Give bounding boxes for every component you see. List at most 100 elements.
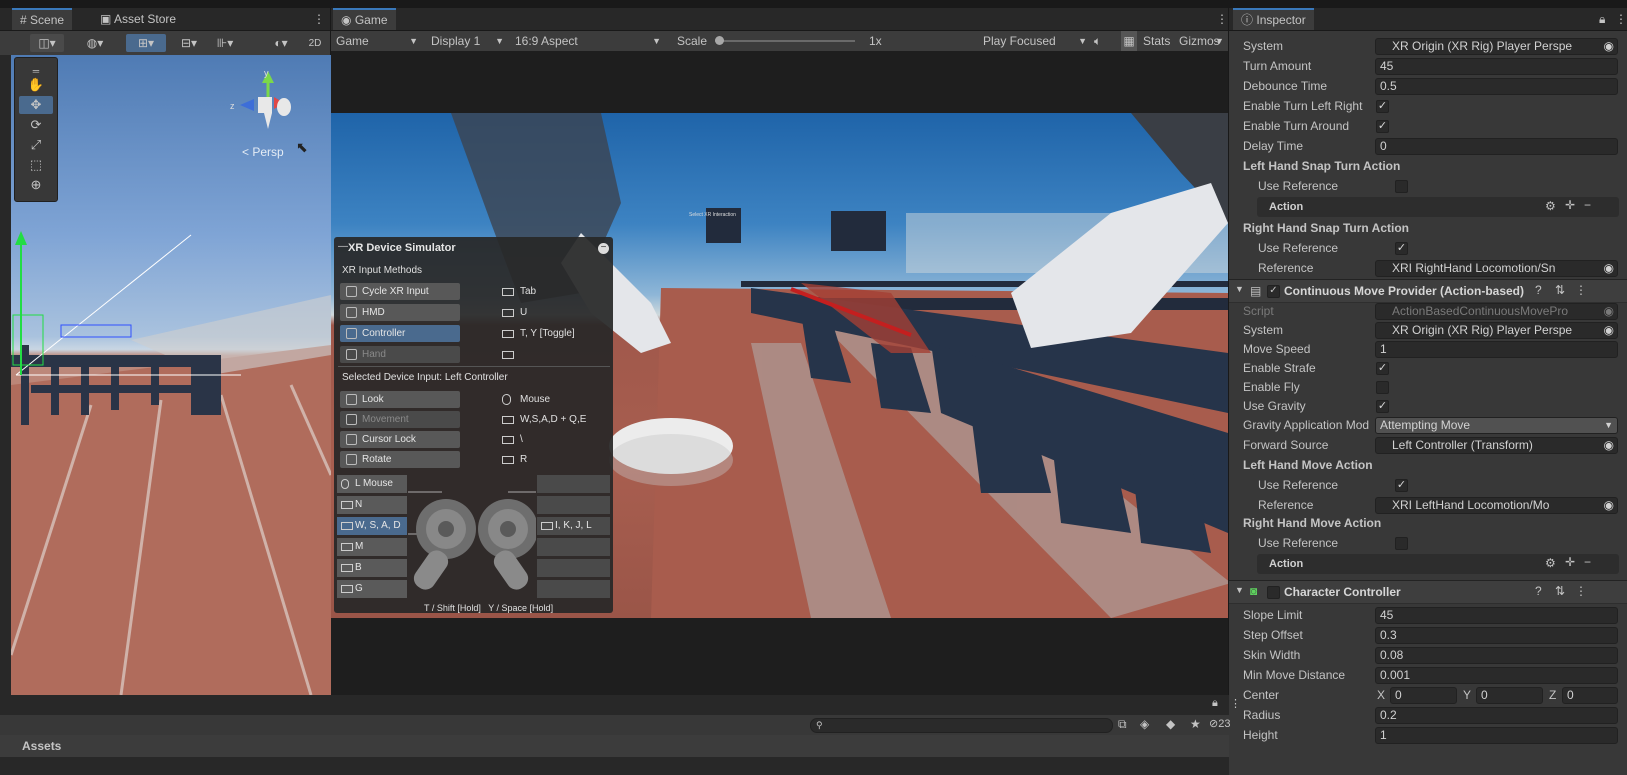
gizmos-dropdown-icon[interactable]: ▼	[1215, 31, 1224, 51]
look-button[interactable]: Look	[340, 391, 460, 408]
controller-button[interactable]: Controller	[340, 325, 460, 342]
left-map-item[interactable]: N	[337, 496, 407, 514]
continuous-move-provider-header[interactable]: ▼ ▤ ✓ Continuous Move Provider (Action-b…	[1229, 279, 1627, 303]
enable-turn-around-checkbox[interactable]: ✓	[1376, 120, 1389, 133]
minimize-circle-icon[interactable]: −	[598, 243, 609, 254]
scale-tool-icon[interactable]: ⤢	[19, 136, 53, 154]
enable-turn-left-right-checkbox[interactable]: ✓	[1376, 100, 1389, 113]
grid-snap-icon[interactable]: ⊞▾	[126, 34, 166, 52]
reference-field[interactable]: XRI RightHand Locomotion/Sn ◉	[1375, 260, 1618, 277]
hand-tool-icon[interactable]: ✋	[19, 76, 53, 94]
tab-inspector[interactable]: ⓘ Inspector	[1233, 8, 1314, 30]
debounce-time-field[interactable]: 0.5	[1375, 78, 1618, 95]
globe-icon[interactable]: ◍▾	[78, 34, 112, 52]
scene-panel-menu-icon[interactable]: ⋮	[305, 8, 333, 30]
left-map-item[interactable]: B	[337, 559, 407, 577]
shading-sphere-icon[interactable]: ◐▾	[264, 34, 298, 52]
height-field[interactable]: 1	[1375, 727, 1618, 744]
game-mode-dropdown[interactable]: Game ▼	[336, 31, 422, 51]
left-map-item[interactable]: G	[337, 580, 407, 598]
right-map-item[interactable]	[537, 496, 610, 514]
right-map-item[interactable]	[537, 538, 610, 556]
collapse-dash-icon[interactable]: —	[338, 241, 348, 252]
presets-sliders-icon[interactable]: ⇅	[1555, 584, 1565, 598]
rotate-button[interactable]: Rotate	[340, 451, 460, 468]
stats-grid-icon[interactable]: ▦	[1121, 31, 1137, 51]
use-reference-checkbox[interactable]	[1395, 180, 1408, 193]
center-z-field[interactable]: 0	[1562, 687, 1618, 704]
help-icon[interactable]: ?	[1535, 584, 1542, 598]
add-plus-icon[interactable]: ✛	[1565, 198, 1575, 212]
radius-field[interactable]: 0.2	[1375, 707, 1618, 724]
add-plus-icon[interactable]: ✛	[1565, 555, 1575, 569]
center-y-field[interactable]: 0	[1476, 687, 1543, 704]
foldout-arrow-icon[interactable]: ▼	[1235, 284, 1244, 294]
draw-mode-icon[interactable]: ◫▾	[30, 34, 64, 52]
rect-tool-icon[interactable]: ⬚	[19, 156, 53, 174]
gravity-mode-dropdown[interactable]: Attempting Move ▼	[1375, 417, 1618, 434]
transform-tool-icon[interactable]: ⊕	[19, 176, 53, 194]
tab-asset-store[interactable]: ▣ Asset Store	[92, 8, 184, 30]
center-x-field[interactable]: 0	[1390, 687, 1457, 704]
hand-button[interactable]: Hand	[340, 346, 460, 363]
project-lock-icon[interactable]: 🔒︎	[1212, 697, 1218, 710]
character-controller-header[interactable]: ▼ ◙ Character Controller ? ⇅ ⋮	[1229, 580, 1627, 604]
cycle-xr-input-button[interactable]: Cycle XR Input	[340, 283, 460, 300]
system-field[interactable]: XR Origin (XR Rig) Player Perspe ◉	[1375, 38, 1618, 55]
play-mode-dropdown[interactable]: Play Focused ▼	[983, 31, 1087, 51]
right-map-item[interactable]	[537, 559, 610, 577]
gizmos-button[interactable]: Gizmos	[1179, 31, 1220, 51]
stats-button[interactable]: Stats	[1143, 31, 1170, 51]
forward-source-field[interactable]: Left Controller (Transform) ◉	[1375, 437, 1618, 454]
persp-label[interactable]: < Persp	[242, 145, 284, 159]
inspector-menu-icon[interactable]: ⋮	[1607, 8, 1627, 30]
system-field[interactable]: XR Origin (XR Rig) Player Perspe ◉	[1375, 322, 1618, 339]
component-menu-icon[interactable]: ⋮	[1575, 283, 1587, 297]
presets-sliders-icon[interactable]: ⇅	[1555, 283, 1565, 297]
help-icon[interactable]: ?	[1535, 283, 1542, 297]
hmd-button[interactable]: HMD	[340, 304, 460, 321]
foldout-arrow-icon[interactable]: ▼	[1235, 585, 1244, 595]
rotate-tool-icon[interactable]: ⟳	[19, 116, 53, 134]
left-map-item[interactable]: W, S, A, D	[337, 517, 407, 535]
snap-increment-icon[interactable]: ⊟▾	[172, 34, 206, 52]
use-reference-checkbox[interactable]: ✓	[1395, 479, 1408, 492]
filter-by-type-icon[interactable]: ◈	[1140, 717, 1149, 731]
mute-audio-icon[interactable]: 🔈︎	[1094, 31, 1101, 51]
project-menu-icon[interactable]: ⋮	[1230, 697, 1241, 710]
reference-field[interactable]: XRI LeftHand Locomotion/Mo ◉	[1375, 497, 1618, 514]
right-map-item[interactable]: I, K, J, L	[537, 517, 610, 535]
cursor-lock-button[interactable]: Cursor Lock	[340, 431, 460, 448]
remove-minus-icon[interactable]: −	[1584, 198, 1591, 212]
use-gravity-checkbox[interactable]: ✓	[1376, 400, 1389, 413]
gear-icon[interactable]: ⚙	[1545, 199, 1556, 213]
tab-game[interactable]: ◉ Game	[333, 8, 396, 30]
component-enabled-checkbox[interactable]: ✓	[1267, 285, 1280, 298]
enable-fly-checkbox[interactable]	[1376, 381, 1389, 394]
search-by-type-icon[interactable]: ⧉	[1118, 717, 1127, 732]
scale-slider-handle[interactable]	[715, 36, 724, 45]
display-dropdown[interactable]: Display 1 ▼	[431, 31, 506, 51]
toggle-2d-button[interactable]: 2D	[305, 34, 325, 52]
min-move-distance-field[interactable]: 0.001	[1375, 667, 1618, 684]
label-tag-icon[interactable]: ◆	[1166, 717, 1175, 731]
ruler-icon[interactable]: ⊪▾	[208, 34, 242, 52]
use-reference-checkbox[interactable]	[1395, 537, 1408, 550]
left-map-item[interactable]: M	[337, 538, 407, 556]
step-offset-field[interactable]: 0.3	[1375, 627, 1618, 644]
assets-breadcrumb[interactable]: Assets	[22, 735, 61, 757]
movement-button[interactable]: Movement	[340, 411, 460, 428]
project-search-input[interactable]: ⚲	[810, 718, 1113, 733]
use-reference-checkbox[interactable]: ✓	[1395, 242, 1408, 255]
skin-width-field[interactable]: 0.08	[1375, 647, 1618, 664]
move-speed-field[interactable]: 1	[1375, 341, 1618, 358]
aspect-dropdown[interactable]: 16:9 Aspect ▼	[515, 31, 665, 51]
component-enabled-checkbox[interactable]	[1267, 586, 1280, 599]
hidden-packages-count[interactable]: ⊘23	[1209, 717, 1230, 730]
turn-amount-field[interactable]: 45	[1375, 58, 1618, 75]
orientation-gizmo[interactable]: z y	[224, 67, 304, 147]
move-tool-icon[interactable]: ✥	[19, 96, 53, 114]
scene-viewport[interactable]: z y < Persp ⬉	[11, 55, 331, 695]
enable-strafe-checkbox[interactable]: ✓	[1376, 362, 1389, 375]
delay-time-field[interactable]: 0	[1375, 138, 1618, 155]
